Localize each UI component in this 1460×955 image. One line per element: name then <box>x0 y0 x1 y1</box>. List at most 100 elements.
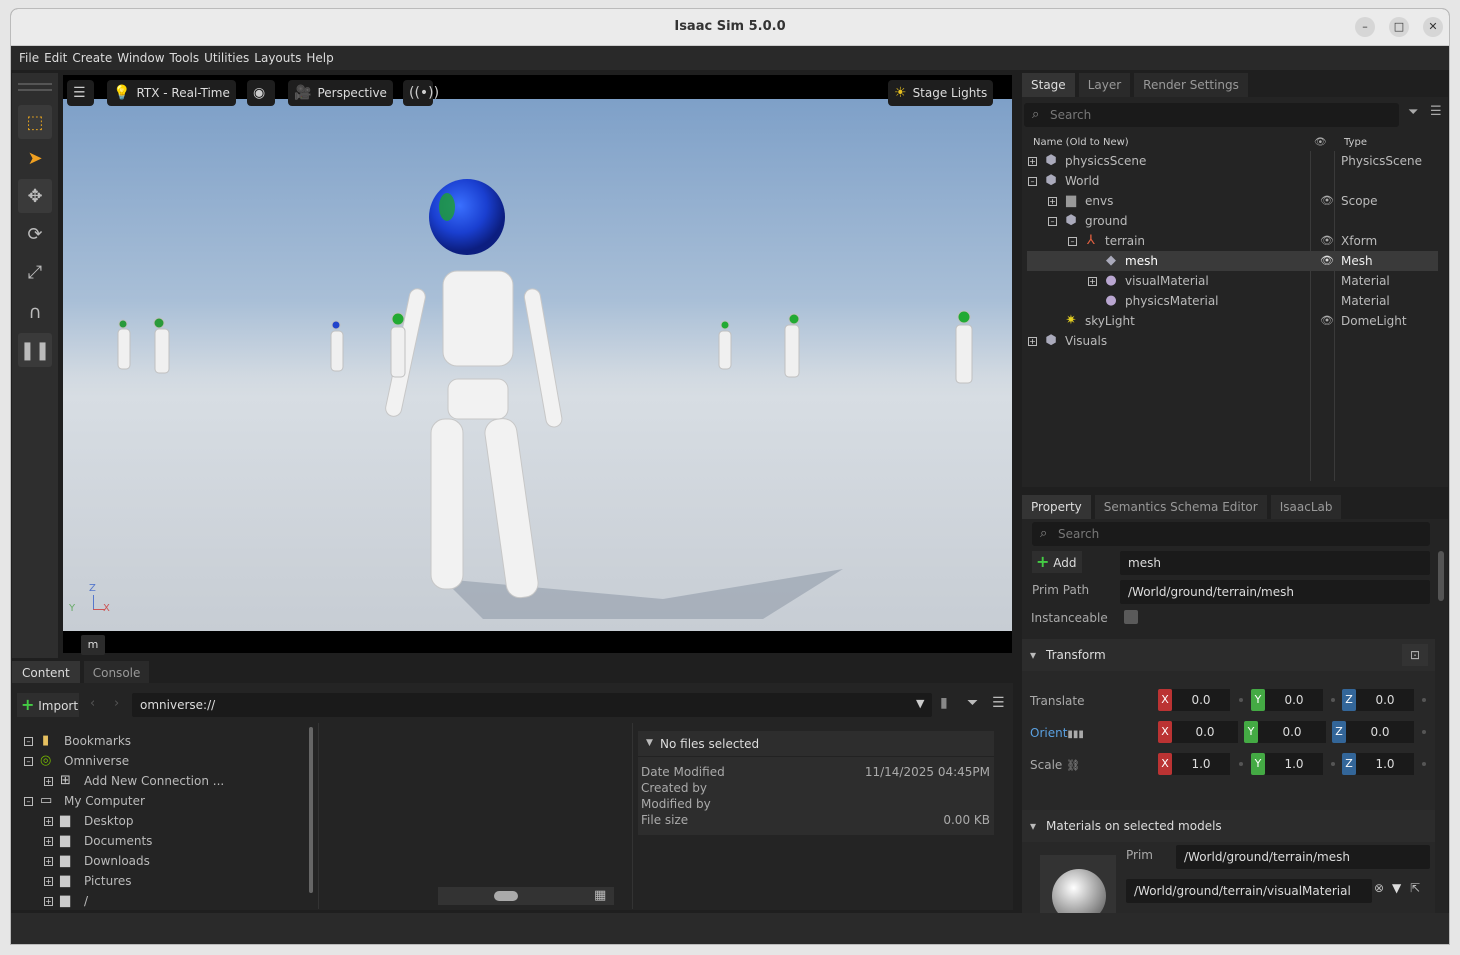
viewport-scene[interactable]: Z Y X <box>63 99 1012 631</box>
sun-icon: ☀ <box>894 85 907 101</box>
filter-icon[interactable]: ⏷ <box>1408 105 1418 120</box>
menu-window[interactable]: Window <box>117 51 164 65</box>
maximize-button[interactable]: □ <box>1389 17 1409 37</box>
rotate-icon[interactable]: ⟳ <box>18 217 52 251</box>
tab-stage[interactable]: Stage <box>1022 73 1075 97</box>
menu-utilities[interactable]: Utilities <box>204 51 249 65</box>
eye-icon[interactable]: 👁 <box>1320 311 1334 331</box>
tree-row-terrain[interactable]: – ⅄ terrain 👁 Xform <box>1027 231 1438 251</box>
menu-edit[interactable]: Edit <box>44 51 67 65</box>
property-scrollbar[interactable] <box>1438 551 1444 601</box>
tab-layer[interactable]: Layer <box>1078 73 1131 97</box>
col-type-header[interactable]: Type <box>1344 137 1367 148</box>
audio-button[interactable]: ((•)) <box>403 80 439 106</box>
folder-icon: ▆ <box>60 833 70 848</box>
content-path-field[interactable]: omniverse:// <box>132 693 932 717</box>
orient-y-field[interactable]: 0.0 <box>1258 721 1326 743</box>
material-prim-label: Prim <box>1126 848 1153 862</box>
menu-icon[interactable]: ☰ <box>1430 104 1442 119</box>
add-connection-icon: ⊞ <box>60 773 71 788</box>
overlay-key-button[interactable]: m <box>81 635 105 655</box>
orient-x-field[interactable]: 0.0 <box>1172 721 1238 743</box>
tab-content[interactable]: Content <box>12 661 80 685</box>
goto-material-icon[interactable]: ⇱ <box>1410 881 1420 895</box>
material-sphere-icon <box>1052 869 1106 915</box>
move-icon[interactable]: ✥ <box>18 179 52 213</box>
tab-render-settings[interactable]: Render Settings <box>1134 73 1248 97</box>
scale-y-field[interactable]: 1.0 <box>1265 753 1323 775</box>
folder-icon: ▆ <box>60 813 70 828</box>
menu-file[interactable]: File <box>19 51 39 65</box>
menu-create[interactable]: Create <box>72 51 112 65</box>
bookmark-icon[interactable]: ▮ <box>940 695 948 711</box>
tree-row-mesh[interactable]: ◆ mesh 👁 Mesh <box>1027 251 1438 271</box>
snap-icon[interactable]: ∩ <box>18 295 52 329</box>
translate-y-field[interactable]: 0.0 <box>1265 689 1323 711</box>
materials-section-header[interactable]: Materials on selected models <box>1022 810 1435 842</box>
tree-row-world[interactable]: – ⬢ World <box>1027 171 1438 191</box>
material-prim-field[interactable]: /World/ground/terrain/mesh <box>1176 845 1430 869</box>
import-button[interactable]: + Import <box>17 693 79 717</box>
translate-x-field[interactable]: 0.0 <box>1172 689 1230 711</box>
stage-search-input[interactable]: Search <box>1024 103 1399 127</box>
add-button[interactable]: + Add <box>1032 551 1082 573</box>
tree-row-ground[interactable]: – ⬢ ground <box>1027 211 1438 231</box>
viewport[interactable]: Z Y X ☰ 💡 RTX - Real-Time ◉ 🎥 Perspective … <box>63 75 1012 655</box>
pause-icon[interactable]: ❚❚ <box>18 333 52 367</box>
select-mode-icon[interactable]: ⬚ <box>18 105 52 139</box>
zoom-slider-handle[interactable] <box>494 891 518 901</box>
chevron-down-icon: ▼ <box>646 738 653 748</box>
forward-icon[interactable]: › <box>114 696 119 711</box>
zoom-slider[interactable]: ▦ <box>438 887 614 905</box>
filter-icon[interactable]: ⏷ <box>967 695 978 711</box>
scale-icon[interactable]: ⤢ <box>18 255 52 289</box>
orient-label[interactable]: Orient▮▮▮ <box>1030 726 1084 740</box>
tree-row-skylight[interactable]: ✷ skyLight 👁 DomeLight <box>1027 311 1438 331</box>
orient-z-field[interactable]: 0.0 <box>1346 721 1414 743</box>
transform-options-icon[interactable]: ⊡ <box>1402 644 1428 666</box>
back-icon[interactable]: ‹ <box>90 696 95 711</box>
col-name-header[interactable]: Name (Old to New) <box>1033 137 1129 148</box>
scale-x-field[interactable]: 1.0 <box>1172 753 1230 775</box>
tab-semantics-schema-editor[interactable]: Semantics Schema Editor <box>1094 495 1267 519</box>
menu-help[interactable]: Help <box>306 51 333 65</box>
clear-material-icon[interactable]: ⊗ <box>1374 881 1384 895</box>
path-dropdown-icon[interactable]: ▼ <box>916 697 924 710</box>
prim-name-field[interactable]: mesh <box>1120 551 1430 575</box>
link-icon[interactable]: ⛓ <box>1066 759 1080 772</box>
tree-row-visualmaterial[interactable]: + ● visualMaterial Material <box>1027 271 1438 291</box>
tree-scrollbar[interactable] <box>309 727 313 893</box>
toolbar-grip[interactable] <box>18 83 52 91</box>
minimize-button[interactable]: – <box>1355 17 1375 37</box>
select-arrow-icon[interactable]: ➤ <box>18 141 52 175</box>
scale-z-field[interactable]: 1.0 <box>1356 753 1414 775</box>
eye-icon[interactable]: 👁 <box>1320 231 1334 251</box>
prim-path-field[interactable]: /World/ground/terrain/mesh <box>1120 580 1430 604</box>
visibility-button[interactable]: ◉ <box>247 80 275 106</box>
renderer-button[interactable]: 💡 RTX - Real-Time <box>107 80 236 106</box>
grid-view-icon[interactable]: ▦ <box>594 888 606 903</box>
lights-button[interactable]: ☀ Stage Lights <box>888 80 994 106</box>
tree-row-visuals[interactable]: + ⬢ Visuals <box>1027 331 1438 351</box>
tab-isaaclab[interactable]: IsaacLab <box>1270 495 1342 519</box>
translate-z-field[interactable]: 0.0 <box>1356 689 1414 711</box>
menu-tools[interactable]: Tools <box>170 51 200 65</box>
instanceable-checkbox[interactable] <box>1124 610 1138 624</box>
property-search-input[interactable]: Search <box>1032 522 1430 546</box>
eye-icon[interactable]: 👁 <box>1320 251 1334 271</box>
menu-icon[interactable]: ☰ <box>992 695 1005 711</box>
transform-section-header[interactable]: Transform <box>1022 639 1435 671</box>
material-path-field[interactable]: /World/ground/terrain/visualMaterial <box>1126 879 1372 903</box>
tab-property[interactable]: Property <box>1022 495 1091 519</box>
tree-row-envs[interactable]: + ▆ envs 👁 Scope <box>1027 191 1438 211</box>
close-button[interactable]: ✕ <box>1423 17 1443 37</box>
tree-row-physicsmaterial[interactable]: ● physicsMaterial Material <box>1027 291 1438 311</box>
eye-icon[interactable]: 👁 <box>1320 191 1334 211</box>
viewport-settings-button[interactable]: ☰ <box>67 80 94 106</box>
tab-console[interactable]: Console <box>83 661 150 685</box>
lightbulb-icon: 💡 <box>113 85 131 101</box>
material-dropdown-icon[interactable]: ▼ <box>1392 881 1401 895</box>
camera-button[interactable]: 🎥 Perspective <box>288 80 393 106</box>
menu-layouts[interactable]: Layouts <box>254 51 301 65</box>
tree-row-physicsscene[interactable]: + ⬢ physicsScene PhysicsScene <box>1027 151 1438 171</box>
